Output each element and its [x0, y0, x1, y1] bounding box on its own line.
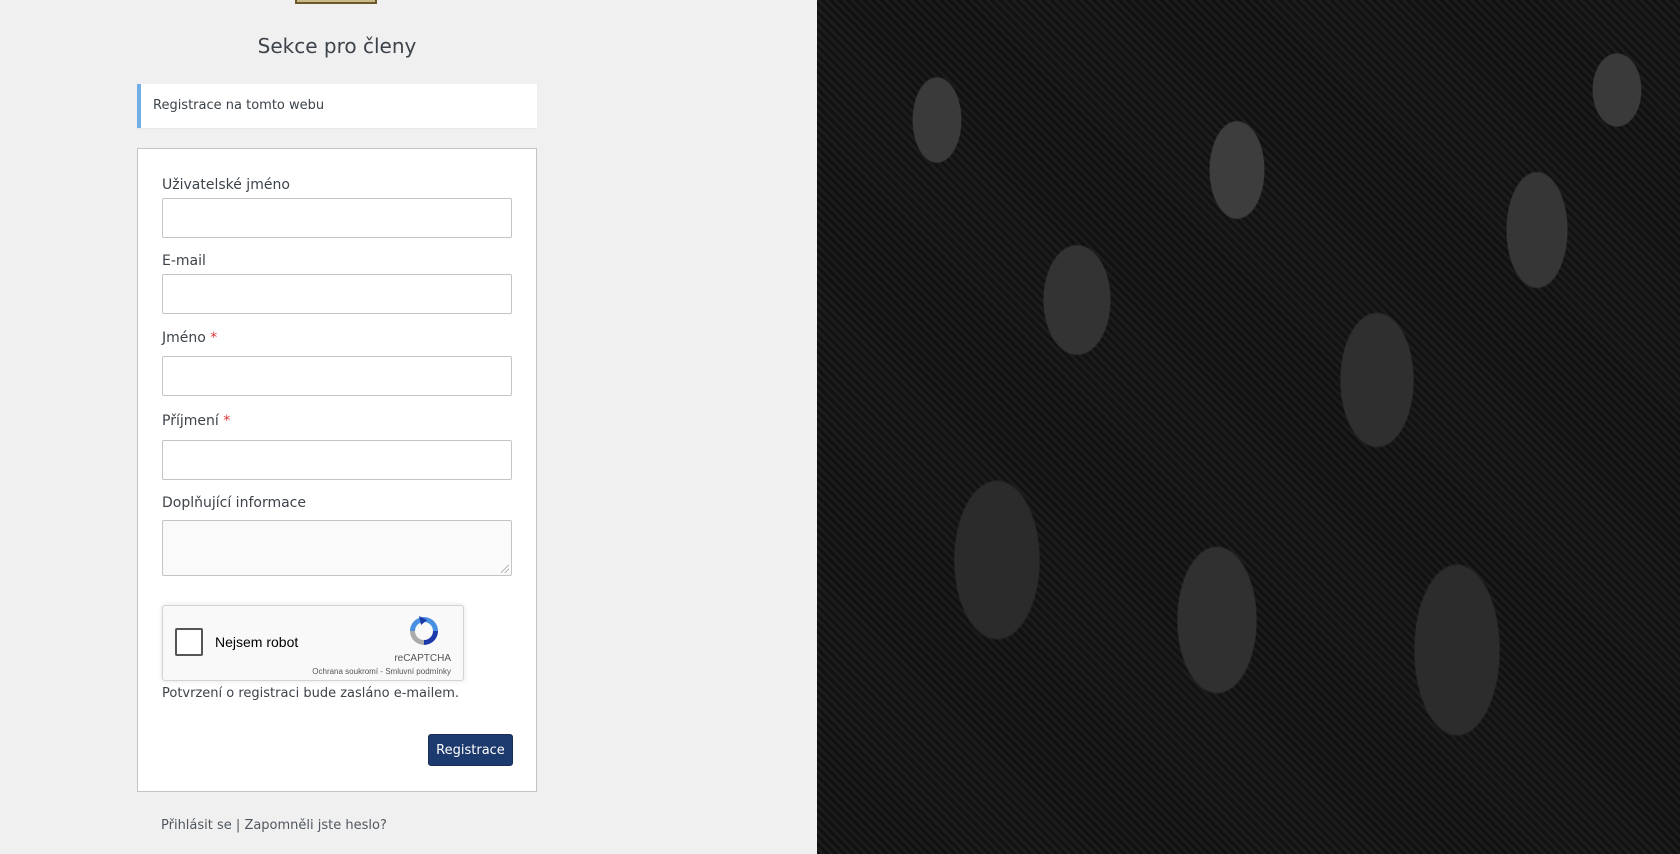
- background-photo: [817, 0, 1680, 854]
- register-notice: Registrace na tomto webu: [137, 84, 537, 128]
- registration-form: Uživatelské jméno E-mail Jméno * Příjmen…: [137, 148, 537, 792]
- first-name-input[interactable]: [162, 356, 512, 396]
- recaptcha-terms-link[interactable]: Smluvní podmínky: [385, 667, 451, 676]
- required-mark: *: [223, 413, 231, 429]
- recaptcha-logo-icon: [410, 616, 438, 645]
- email-input[interactable]: [162, 274, 512, 314]
- recaptcha-privacy-link[interactable]: Ochrana soukromí: [312, 667, 378, 676]
- recaptcha-links: Ochrana soukromí - Smluvní podmínky: [312, 667, 451, 676]
- last-name-label: Příjmení: [162, 413, 219, 429]
- recaptcha-checkbox[interactable]: [175, 628, 203, 656]
- recaptcha-brand: reCAPTCHA: [394, 653, 451, 664]
- site-logo[interactable]: [295, 0, 377, 4]
- page-title: Sekce pro členy: [257, 34, 417, 58]
- additional-info-textarea[interactable]: [162, 520, 512, 576]
- recaptcha-label: Nejsem robot: [215, 634, 299, 650]
- confirmation-note: Potvrzení o registraci bude zasláno e-ma…: [162, 686, 460, 701]
- recaptcha-widget: Nejsem robot reCAPTCHA Ochrana soukromí …: [162, 605, 464, 681]
- username-input[interactable]: [162, 198, 512, 238]
- last-name-label-row: Příjmení *: [162, 413, 230, 429]
- nav-separator: |: [231, 818, 245, 833]
- first-name-label-row: Jméno *: [162, 330, 217, 346]
- register-button[interactable]: Registrace: [428, 734, 513, 766]
- additional-info-label: Doplňující informace: [162, 495, 306, 511]
- last-name-input[interactable]: [162, 440, 512, 480]
- footer-nav: Přihlásit se | Zapomněli jste heslo?: [161, 818, 387, 833]
- login-link[interactable]: Přihlásit se: [161, 818, 232, 833]
- email-label: E-mail: [162, 253, 206, 269]
- username-label: Uživatelské jméno: [162, 177, 290, 193]
- lost-password-link[interactable]: Zapomněli jste heslo?: [244, 818, 386, 833]
- resize-handle-icon[interactable]: [501, 565, 509, 573]
- login-panel: Sekce pro členy Registrace na tomto webu…: [0, 0, 817, 854]
- first-name-label: Jméno: [162, 330, 206, 346]
- required-mark: *: [210, 330, 218, 346]
- register-notice-text: Registrace na tomto webu: [153, 98, 325, 113]
